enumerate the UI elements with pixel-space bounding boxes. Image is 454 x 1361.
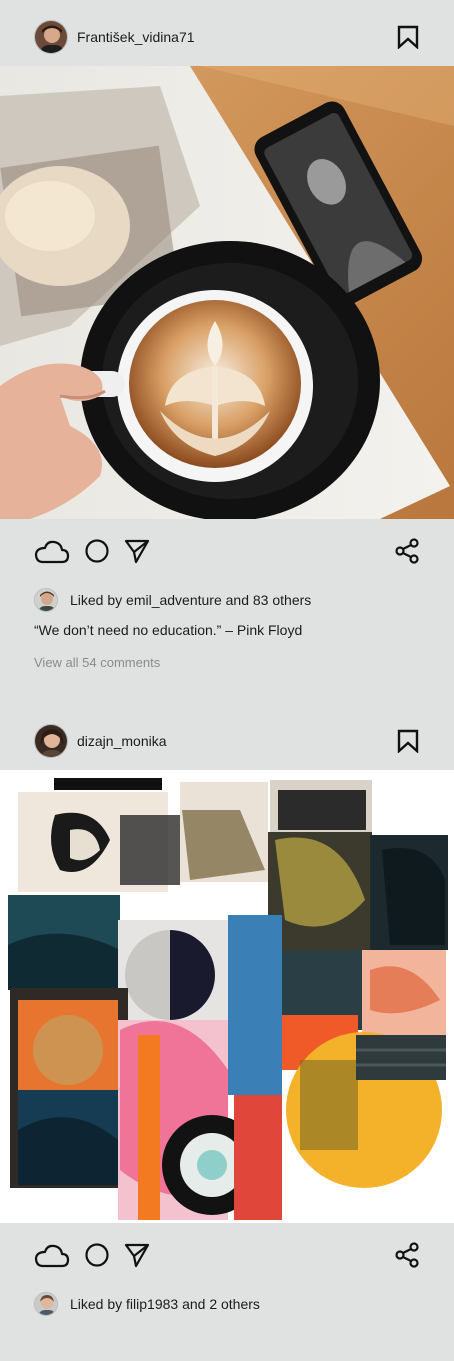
send-icon[interactable] — [124, 538, 150, 564]
likes-row: Liked by emil_adventure and 83 others — [34, 587, 311, 613]
cloud-icon[interactable] — [34, 1242, 70, 1268]
feed: František_vidina71 Liked by emil_adventu… — [0, 0, 454, 1361]
avatar[interactable] — [34, 20, 68, 54]
bookmark-icon[interactable] — [396, 24, 420, 50]
avatar[interactable] — [34, 724, 68, 758]
circle-icon[interactable] — [84, 538, 110, 564]
username[interactable]: dizajn_monika — [77, 733, 396, 749]
share-icon[interactable] — [394, 1242, 420, 1268]
liker-avatar[interactable] — [34, 1292, 58, 1316]
liker-avatar[interactable] — [34, 588, 58, 612]
likes-text[interactable]: Liked by emil_adventure and 83 others — [70, 592, 311, 608]
post-header: dizajn_monika — [0, 708, 454, 774]
likes-row: Liked by filip1983 and 2 others — [34, 1291, 260, 1317]
bookmark-icon[interactable] — [396, 728, 420, 754]
post-header: František_vidina71 — [0, 4, 454, 70]
share-icon[interactable] — [394, 538, 420, 564]
post-image[interactable] — [0, 66, 454, 519]
username[interactable]: František_vidina71 — [77, 29, 396, 45]
likes-text[interactable]: Liked by filip1983 and 2 others — [70, 1296, 260, 1312]
send-icon[interactable] — [124, 1242, 150, 1268]
post-actions — [0, 522, 454, 580]
caption: “We don’t need no education.” – Pink Flo… — [34, 622, 303, 638]
cloud-icon[interactable] — [34, 538, 70, 564]
view-comments-link[interactable]: View all 54 comments — [34, 655, 160, 670]
post-actions — [0, 1226, 454, 1284]
circle-icon[interactable] — [84, 1242, 110, 1268]
post-image[interactable] — [0, 770, 454, 1223]
